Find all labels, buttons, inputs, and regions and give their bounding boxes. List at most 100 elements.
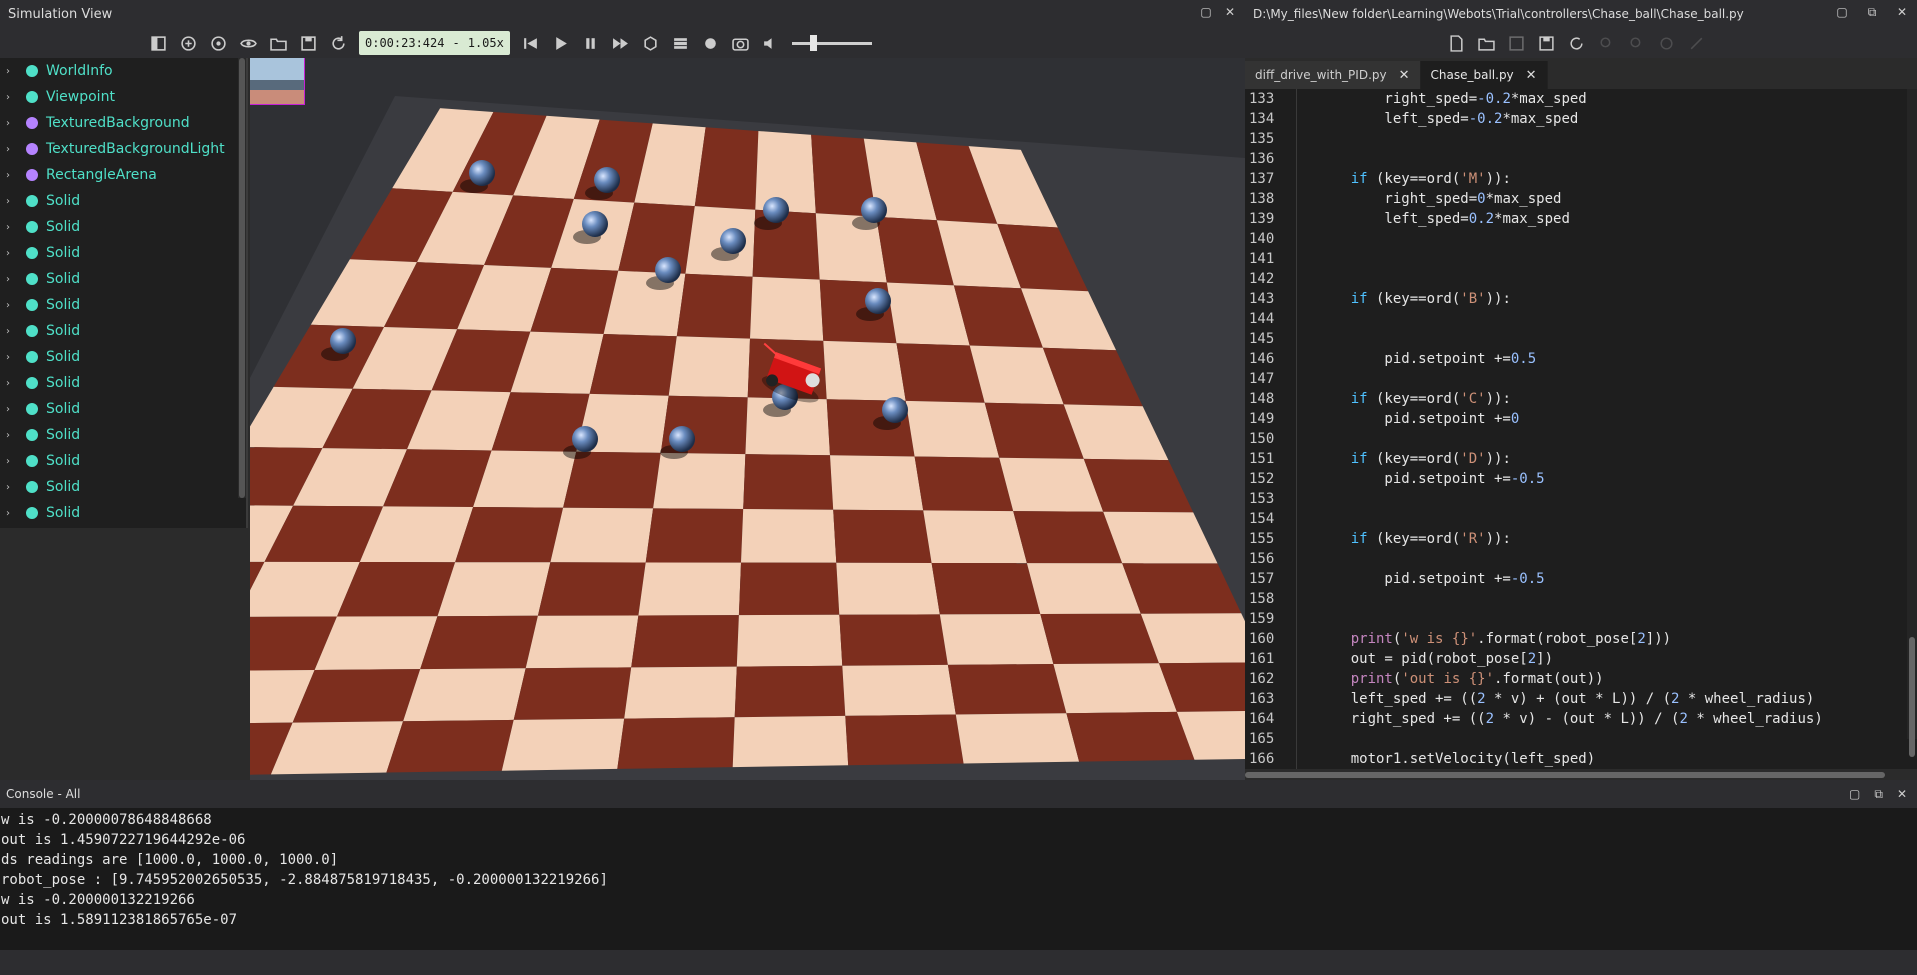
save-file-icon[interactable] [1501,30,1531,56]
float-icon[interactable]: ⧉ [1874,787,1883,802]
restore-icon[interactable]: ▢ [1199,5,1213,19]
3d-view[interactable] [250,58,1245,780]
code-line[interactable]: 138 right_sped=0*max_sped [1245,189,1917,209]
close-icon[interactable]: ✕ [1895,5,1909,19]
restore-icon[interactable]: ▢ [1835,5,1849,19]
expand-arrow-icon[interactable]: › [6,66,18,77]
code-line[interactable]: 160 print('w is {}'.format(robot_pose[2]… [1245,629,1917,649]
expand-arrow-icon[interactable]: › [6,144,18,155]
expand-arrow-icon[interactable]: › [6,352,18,363]
code-line[interactable]: 156 [1245,549,1917,569]
code-line[interactable]: 147 [1245,369,1917,389]
scene-tree-item[interactable]: › TexturedBackgroundLight [0,136,246,162]
scene-tree-item[interactable]: › Solid [0,422,246,448]
expand-arrow-icon[interactable]: › [6,456,18,467]
add-node-button[interactable] [173,30,203,56]
code-line[interactable]: 149 pid.setpoint +=0 [1245,409,1917,429]
code-line[interactable]: 161 out = pid(robot_pose[2]) [1245,649,1917,669]
expand-arrow-icon[interactable]: › [6,482,18,493]
editor-tab[interactable]: diff_drive_with_PID.py ✕ [1245,61,1421,89]
run-realtime-button[interactable] [546,30,576,56]
code-line[interactable]: 154 [1245,509,1917,529]
expand-arrow-icon[interactable]: › [6,92,18,103]
scene-tree-item[interactable]: › Solid [0,266,246,292]
expand-arrow-icon[interactable]: › [6,118,18,129]
code-line[interactable]: 143 if (key==ord('B')): [1245,289,1917,309]
code-line[interactable]: 141 [1245,249,1917,269]
code-line[interactable]: 158 [1245,589,1917,609]
editor-tab[interactable]: Chase_ball.py ✕ [1420,61,1548,89]
clean-icon[interactable] [1681,30,1711,56]
expand-arrow-icon[interactable]: › [6,404,18,415]
close-icon[interactable]: ✕ [1223,5,1237,19]
code-area[interactable]: 133 right_sped=-0.2*max_sped 134 left_spe… [1245,89,1917,769]
build-icon[interactable] [1651,30,1681,56]
float-icon[interactable]: ⧉ [1865,5,1879,19]
code-line[interactable]: 145 [1245,329,1917,349]
scene-tree-item[interactable]: › Viewpoint [0,84,246,110]
open-world-button[interactable] [263,30,293,56]
fast-forward-button[interactable] [606,30,636,56]
code-line[interactable]: 146 pid.setpoint +=0.5 [1245,349,1917,369]
save-world-button[interactable] [293,30,323,56]
code-line[interactable]: 166 motor1.setVelocity(left_sped) [1245,749,1917,769]
save-as-icon[interactable] [1531,30,1561,56]
find-icon[interactable] [1591,30,1621,56]
editor-horizontal-scrollbar[interactable] [1245,769,1917,780]
expand-arrow-icon[interactable]: › [6,326,18,337]
scene-tree-item[interactable]: › Solid [0,344,246,370]
hide-scene-tree-button[interactable] [143,30,173,56]
code-line[interactable]: 136 [1245,149,1917,169]
expand-arrow-icon[interactable]: › [6,300,18,311]
code-line[interactable]: 133 right_sped=-0.2*max_sped [1245,89,1917,109]
code-line[interactable]: 164 right_sped += ((2 * v) - (out * L)) … [1245,709,1917,729]
code-line[interactable]: 151 if (key==ord('D')): [1245,449,1917,469]
code-line[interactable]: 155 if (key==ord('R')): [1245,529,1917,549]
screenshot-button[interactable] [726,30,756,56]
expand-arrow-icon[interactable]: › [6,196,18,207]
expand-arrow-icon[interactable]: › [6,170,18,181]
scene-tree-item[interactable]: › Solid [0,474,246,500]
revert-icon[interactable] [1561,30,1591,56]
scene-tree-item[interactable]: › Solid [0,292,246,318]
open-file-icon[interactable] [1471,30,1501,56]
close-tab-icon[interactable]: ✕ [1399,68,1410,83]
volume-slider[interactable] [791,33,872,53]
scene-tree-scrollbar[interactable] [238,58,246,498]
expand-arrow-icon[interactable]: › [6,248,18,259]
scene-tree-item[interactable]: › WorldInfo [0,58,246,84]
code-line[interactable]: 144 [1245,309,1917,329]
code-line[interactable]: 135 [1245,129,1917,149]
code-line[interactable]: 157 pid.setpoint +=-0.5 [1245,569,1917,589]
code-line[interactable]: 140 [1245,229,1917,249]
follow-object-button[interactable] [203,30,233,56]
expand-arrow-icon[interactable]: › [6,378,18,389]
replace-icon[interactable] [1621,30,1651,56]
code-line[interactable]: 162 print('out is {}'.format(out)) [1245,669,1917,689]
code-line[interactable]: 150 [1245,429,1917,449]
scene-tree-item[interactable]: › Solid [0,500,246,526]
scene-tree-item[interactable]: › Solid [0,396,246,422]
scene-tree-item[interactable]: › Solid [0,240,246,266]
scene-tree-item[interactable]: › Solid [0,188,246,214]
reload-world-button[interactable] [323,30,353,56]
code-line[interactable]: 159 [1245,609,1917,629]
code-line[interactable]: 165 [1245,729,1917,749]
record-button[interactable] [696,30,726,56]
code-line[interactable]: 142 [1245,269,1917,289]
code-line[interactable]: 163 left_sped += ((2 * v) + (out * L)) /… [1245,689,1917,709]
close-tab-icon[interactable]: ✕ [1526,68,1537,83]
viewport-thumbnail[interactable] [250,58,305,105]
restore-icon[interactable]: ▢ [1849,787,1860,802]
expand-arrow-icon[interactable]: › [6,430,18,441]
rendering-toggle-button[interactable] [636,30,666,56]
scene-tree-item[interactable]: › Solid [0,318,246,344]
code-line[interactable]: 137 if (key==ord('M')): [1245,169,1917,189]
scene-tree-item[interactable]: › TexturedBackground [0,110,246,136]
close-icon[interactable]: ✕ [1897,787,1907,802]
speaker-icon[interactable] [756,30,786,56]
scene-tree-item[interactable]: › Solid [0,448,246,474]
eye-icon[interactable] [233,30,263,56]
expand-arrow-icon[interactable]: › [6,222,18,233]
expand-arrow-icon[interactable]: › [6,274,18,285]
